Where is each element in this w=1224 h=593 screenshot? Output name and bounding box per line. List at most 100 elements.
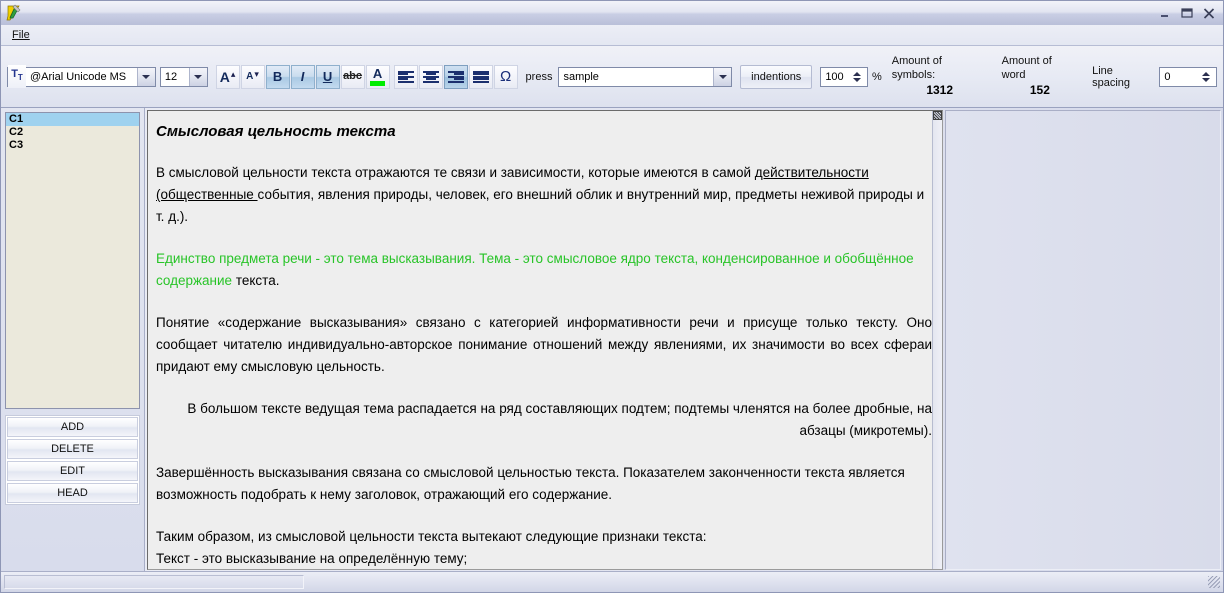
paragraph-3: Понятие «содержание высказывания» связан… xyxy=(156,312,932,378)
menu-item-file[interactable]: File xyxy=(5,27,37,44)
font-color-button[interactable]: A xyxy=(366,65,390,89)
indentions-button[interactable]: indentions xyxy=(740,65,812,89)
sample-value: sample xyxy=(559,71,713,83)
font-size-dropdown-arrow[interactable] xyxy=(189,68,207,86)
align-right-button[interactable] xyxy=(444,65,468,89)
omega-icon: Ω xyxy=(500,69,511,84)
app-icon xyxy=(5,4,23,22)
head-button[interactable]: HEAD xyxy=(7,483,138,503)
paragraph-2: Единство предмета речи - это тема высказ… xyxy=(156,248,932,292)
font-name-icon: TT xyxy=(8,65,26,87)
chevron-down-icon xyxy=(719,75,727,79)
font-size-value: 12 xyxy=(161,71,189,83)
scrollbar-thumb[interactable] xyxy=(933,111,942,120)
percent-label: % xyxy=(872,71,882,83)
paragraph-5: Завершённость высказывания связана со см… xyxy=(156,462,932,506)
symbols-label: Amount of symbols: xyxy=(892,55,988,83)
zoom-spinner-buttons[interactable] xyxy=(850,72,865,82)
insert-symbol-button[interactable]: Ω xyxy=(494,65,518,89)
window-controls xyxy=(1154,4,1219,22)
paragraph-7: Текст - это высказывание на определённую… xyxy=(156,548,932,570)
font-color-letter: A xyxy=(373,67,382,80)
zoom-value: 100 xyxy=(821,71,850,83)
underline-button[interactable]: U xyxy=(316,65,340,89)
font-color-swatch xyxy=(370,81,385,86)
align-center-button[interactable] xyxy=(419,65,443,89)
grow-font-label: A xyxy=(220,70,230,84)
caret-up-icon: ▴ xyxy=(231,69,236,80)
editor-right-pane xyxy=(945,110,1221,570)
document-title: Смысловая цельность текста xyxy=(156,123,932,140)
chapter-list[interactable]: C1 C2 C3 xyxy=(5,112,140,409)
bold-button[interactable]: B xyxy=(266,65,290,89)
text-editor[interactable]: Смысловая цельность текста В смысловой ц… xyxy=(147,110,943,570)
add-button[interactable]: ADD xyxy=(7,417,138,437)
shrink-font-button[interactable]: A ▾ xyxy=(241,65,265,89)
chevron-down-icon xyxy=(142,75,150,79)
words-counter: Amount of word 152 xyxy=(1002,55,1078,98)
chapter-label: C2 xyxy=(9,126,23,138)
symbols-value: 1312 xyxy=(926,83,953,98)
zoom-spinner[interactable]: 100 xyxy=(820,67,868,87)
words-value: 152 xyxy=(1030,83,1050,98)
editor-scrollbar[interactable] xyxy=(932,111,942,569)
bold-label: B xyxy=(273,70,282,83)
font-name-dropdown-arrow[interactable] xyxy=(137,68,155,86)
align-center-icon xyxy=(423,71,439,83)
caret-up-icon[interactable] xyxy=(853,72,861,76)
line-spacing-value: 0 xyxy=(1160,71,1199,83)
paragraph-6: Таким образом, из смысловой цельности те… xyxy=(156,526,932,548)
font-size-combobox[interactable]: 12 xyxy=(160,67,208,87)
resize-grip-icon[interactable] xyxy=(1208,576,1220,588)
sample-combobox[interactable]: sample xyxy=(558,67,732,87)
caret-down-icon[interactable] xyxy=(1202,78,1210,82)
words-label: Amount of word xyxy=(1002,55,1078,83)
align-right-icon xyxy=(448,71,464,83)
scrollbar-grip-icon xyxy=(934,112,941,119)
align-justify-button[interactable] xyxy=(469,65,493,89)
grow-font-button[interactable]: A ▴ xyxy=(216,65,240,89)
status-cell xyxy=(4,575,304,589)
close-button[interactable] xyxy=(1198,4,1219,22)
minimize-button[interactable] xyxy=(1154,4,1175,22)
chevron-down-icon xyxy=(194,75,202,79)
menu-bar: File xyxy=(1,25,1223,46)
delete-button[interactable]: DELETE xyxy=(7,439,138,459)
align-left-button[interactable] xyxy=(394,65,418,89)
p1-part-b: события, явления природы, человек, его в… xyxy=(156,187,924,224)
list-item[interactable]: C1 xyxy=(6,113,139,126)
line-spacing-spinner-buttons[interactable] xyxy=(1199,72,1214,82)
paragraph-4: В большом тексте ведущая тема распадаетс… xyxy=(156,398,932,442)
paragraph-1: В смысловой цельности текста отражаются … xyxy=(156,162,932,228)
caret-down-icon[interactable] xyxy=(853,78,861,82)
status-bar xyxy=(1,571,1223,592)
chapter-panel: C1 C2 C3 ADD DELETE EDIT HEAD xyxy=(1,108,145,572)
strikethrough-label: abc xyxy=(343,71,362,82)
underline-label: U xyxy=(323,70,332,83)
list-item[interactable]: C2 xyxy=(6,126,139,139)
italic-button[interactable]: I xyxy=(291,65,315,89)
font-name-combobox[interactable]: TT @Arial Unicode MS xyxy=(7,67,156,87)
caret-up-icon[interactable] xyxy=(1202,72,1210,76)
menu-item-file-label: File xyxy=(12,29,30,41)
chapter-label: C1 xyxy=(9,113,23,125)
line-spacing-spinner[interactable]: 0 xyxy=(1159,67,1217,87)
line-spacing-label: Line spacing xyxy=(1092,65,1153,89)
sample-dropdown-arrow[interactable] xyxy=(713,68,731,86)
press-label: press xyxy=(526,71,553,83)
title-bar xyxy=(1,1,1223,26)
strikethrough-button[interactable]: abc xyxy=(341,65,365,89)
italic-label: I xyxy=(301,70,305,83)
list-item[interactable]: C3 xyxy=(6,139,139,152)
shrink-font-label: A xyxy=(246,72,253,82)
p2-black-text: текста. xyxy=(236,273,280,288)
edit-button[interactable]: EDIT xyxy=(7,461,138,481)
chapter-label: C3 xyxy=(9,139,23,151)
align-left-icon xyxy=(398,71,414,83)
maximize-button[interactable] xyxy=(1176,4,1197,22)
text-style-button-group: A ▴ A ▾ B I U abc A xyxy=(216,65,390,89)
p1-part-a: В смысловой цельности текста отражаются … xyxy=(156,165,755,180)
font-color-icon: A xyxy=(370,67,385,86)
alignment-button-group: Ω xyxy=(394,65,518,89)
formatting-toolbar: TT @Arial Unicode MS 12 A ▴ A ▾ B I xyxy=(1,46,1223,108)
